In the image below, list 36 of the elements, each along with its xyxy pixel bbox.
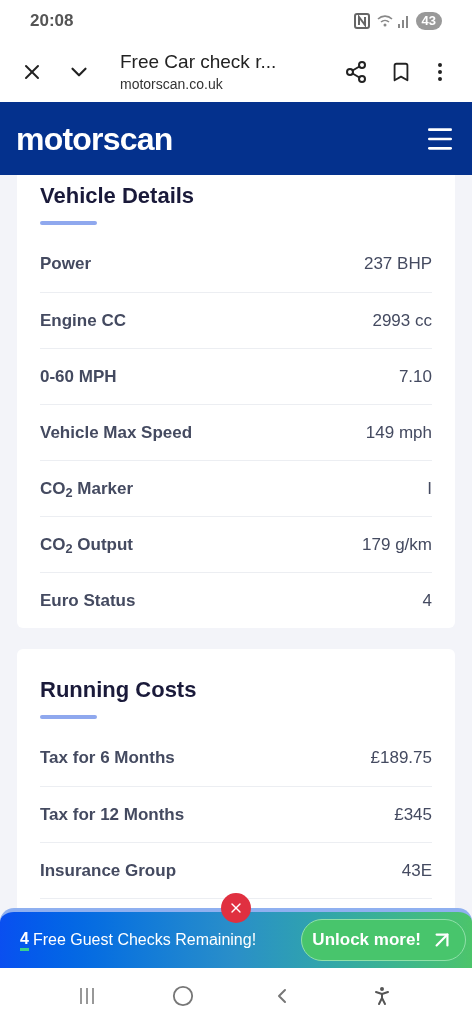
row-value: I xyxy=(427,477,432,500)
home-icon[interactable] xyxy=(172,985,194,1007)
row-label: Tax for 6 Months xyxy=(40,747,175,770)
row-label: CO$_{2}$ Marker xyxy=(40,477,134,502)
page-url: motorscan.co.uk xyxy=(120,74,224,94)
row-value: 2993 cc xyxy=(372,309,432,332)
row-label: Insurance Group xyxy=(40,859,177,882)
page-title: Free Car check r... xyxy=(120,49,278,74)
row-label: 0-60 MPH xyxy=(40,365,117,388)
row-value: £345 xyxy=(394,803,432,826)
row-label: Tax for 12 Months xyxy=(40,803,185,826)
title-underline xyxy=(40,715,97,719)
checks-count: 4 xyxy=(20,929,29,951)
section-title: Vehicle Details xyxy=(40,183,196,209)
nfc-icon xyxy=(353,13,370,29)
row-label: Engine CC xyxy=(40,309,126,332)
row-value: 149 mph xyxy=(365,421,432,444)
row-label: CO$_{2}$ Output xyxy=(40,533,133,558)
signal-icon xyxy=(375,13,410,29)
row-label: Power xyxy=(40,253,92,276)
banner-text: Free Guest Checks Remaining! xyxy=(32,930,257,950)
status-time: 20:08 xyxy=(30,10,74,33)
row-value: 43E xyxy=(401,859,432,882)
row-label: Vehicle Max Speed xyxy=(40,421,193,444)
row-value: £189.75 xyxy=(370,747,432,770)
share-icon[interactable] xyxy=(344,60,368,84)
row-label: Euro Status xyxy=(40,589,136,612)
recents-icon[interactable] xyxy=(78,987,96,1005)
section-title: Running Costs xyxy=(40,677,198,703)
row-value: 7.10 xyxy=(398,365,432,388)
site-logo[interactable]: motorscan xyxy=(16,114,173,163)
battery-indicator: 43 xyxy=(415,12,442,30)
row-value: 237 BHP xyxy=(363,253,432,276)
row-value: 4 xyxy=(422,589,432,612)
row-value: 179 g/km xyxy=(362,533,432,556)
title-underline xyxy=(40,221,97,225)
